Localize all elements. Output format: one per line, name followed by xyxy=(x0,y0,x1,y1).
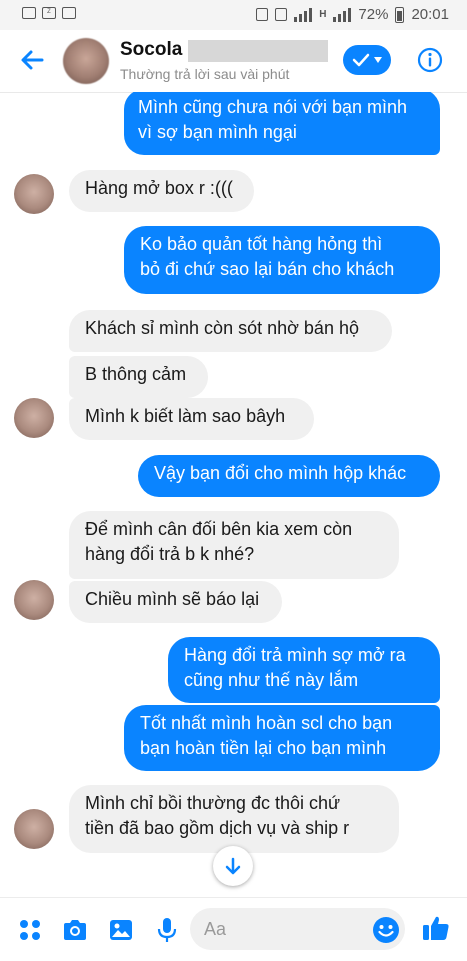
outgoing-message[interactable]: Ko bảo quản tốt hàng hỏng thì bỏ đi chứ … xyxy=(124,226,440,294)
contact-status: Thường trả lời sau vài phút xyxy=(120,66,290,82)
notification-icons: Z xyxy=(22,7,76,19)
info-icon[interactable] xyxy=(417,47,443,73)
back-arrow-icon[interactable] xyxy=(16,44,48,76)
arrow-down-icon xyxy=(225,857,241,875)
checkmark-icon xyxy=(352,53,370,67)
incoming-message[interactable]: Chiều mình sẽ báo lại xyxy=(69,581,282,623)
scroll-to-bottom-button[interactable] xyxy=(213,846,253,886)
network-type: H xyxy=(319,9,327,20)
outgoing-message[interactable]: Vậy bạn đổi cho mình hộp khác xyxy=(138,455,440,497)
redacted-name-block xyxy=(188,40,328,62)
activity-notification-icon xyxy=(62,7,76,19)
four-dots-icon[interactable] xyxy=(16,916,44,944)
status-bar: Z H 72% 20:01 xyxy=(0,0,467,30)
outgoing-message[interactable]: Hàng đổi trả mình sợ mở ra cũng như thế … xyxy=(168,637,440,703)
outgoing-message[interactable]: Mình cũng chưa nói với bạn mình vì sợ bạ… xyxy=(124,92,440,155)
microphone-icon[interactable] xyxy=(153,916,181,944)
incoming-message[interactable]: Mình chỉ bồi thường đc thôi chứ tiền đã … xyxy=(69,785,399,853)
image-icon[interactable] xyxy=(107,916,135,944)
camera-icon[interactable] xyxy=(61,916,89,944)
cell-signal-icon xyxy=(333,7,352,22)
chevron-down-icon xyxy=(374,57,382,63)
contact-name[interactable]: Socola xyxy=(120,39,182,61)
system-indicators: H 72% 20:01 xyxy=(256,6,449,23)
thumbs-up-icon[interactable] xyxy=(421,913,451,943)
message-composer xyxy=(0,897,467,961)
outgoing-message[interactable]: Tốt nhất mình hoàn scl cho bạn bạn hoàn … xyxy=(124,705,440,771)
contact-avatar-small[interactable] xyxy=(14,580,54,620)
contact-avatar-small[interactable] xyxy=(14,174,54,214)
incoming-message[interactable]: Để mình cân đối bên kia xem còn hàng đổi… xyxy=(69,511,399,579)
incoming-message[interactable]: Hàng mở box r :((( xyxy=(69,170,254,212)
incoming-message[interactable]: Khách sỉ mình còn sót nhờ bán hộ xyxy=(69,310,392,352)
lock-icon xyxy=(256,8,269,21)
battery-icon xyxy=(395,6,405,23)
sd-card-icon xyxy=(275,8,288,21)
wifi-signal-icon xyxy=(294,7,313,22)
checkmark-button[interactable] xyxy=(343,45,391,75)
message-thread[interactable]: Mình cũng chưa nói với bạn mình vì sợ bạ… xyxy=(0,92,467,897)
contact-avatar-small[interactable] xyxy=(14,398,54,438)
clock: 20:01 xyxy=(411,6,449,23)
contact-avatar-small[interactable] xyxy=(14,809,54,849)
incoming-message[interactable]: Mình k biết làm sao bâyh xyxy=(69,398,314,440)
emoji-icon[interactable] xyxy=(371,915,401,945)
incoming-message[interactable]: B thông cảm xyxy=(69,356,208,398)
battery-percent: 72% xyxy=(358,6,389,23)
contact-avatar[interactable] xyxy=(63,38,109,84)
zalo-notification-icon: Z xyxy=(42,7,56,19)
conversation-header: Socola Thường trả lời sau vài phút xyxy=(0,30,467,93)
gallery-notification-icon xyxy=(22,7,36,19)
